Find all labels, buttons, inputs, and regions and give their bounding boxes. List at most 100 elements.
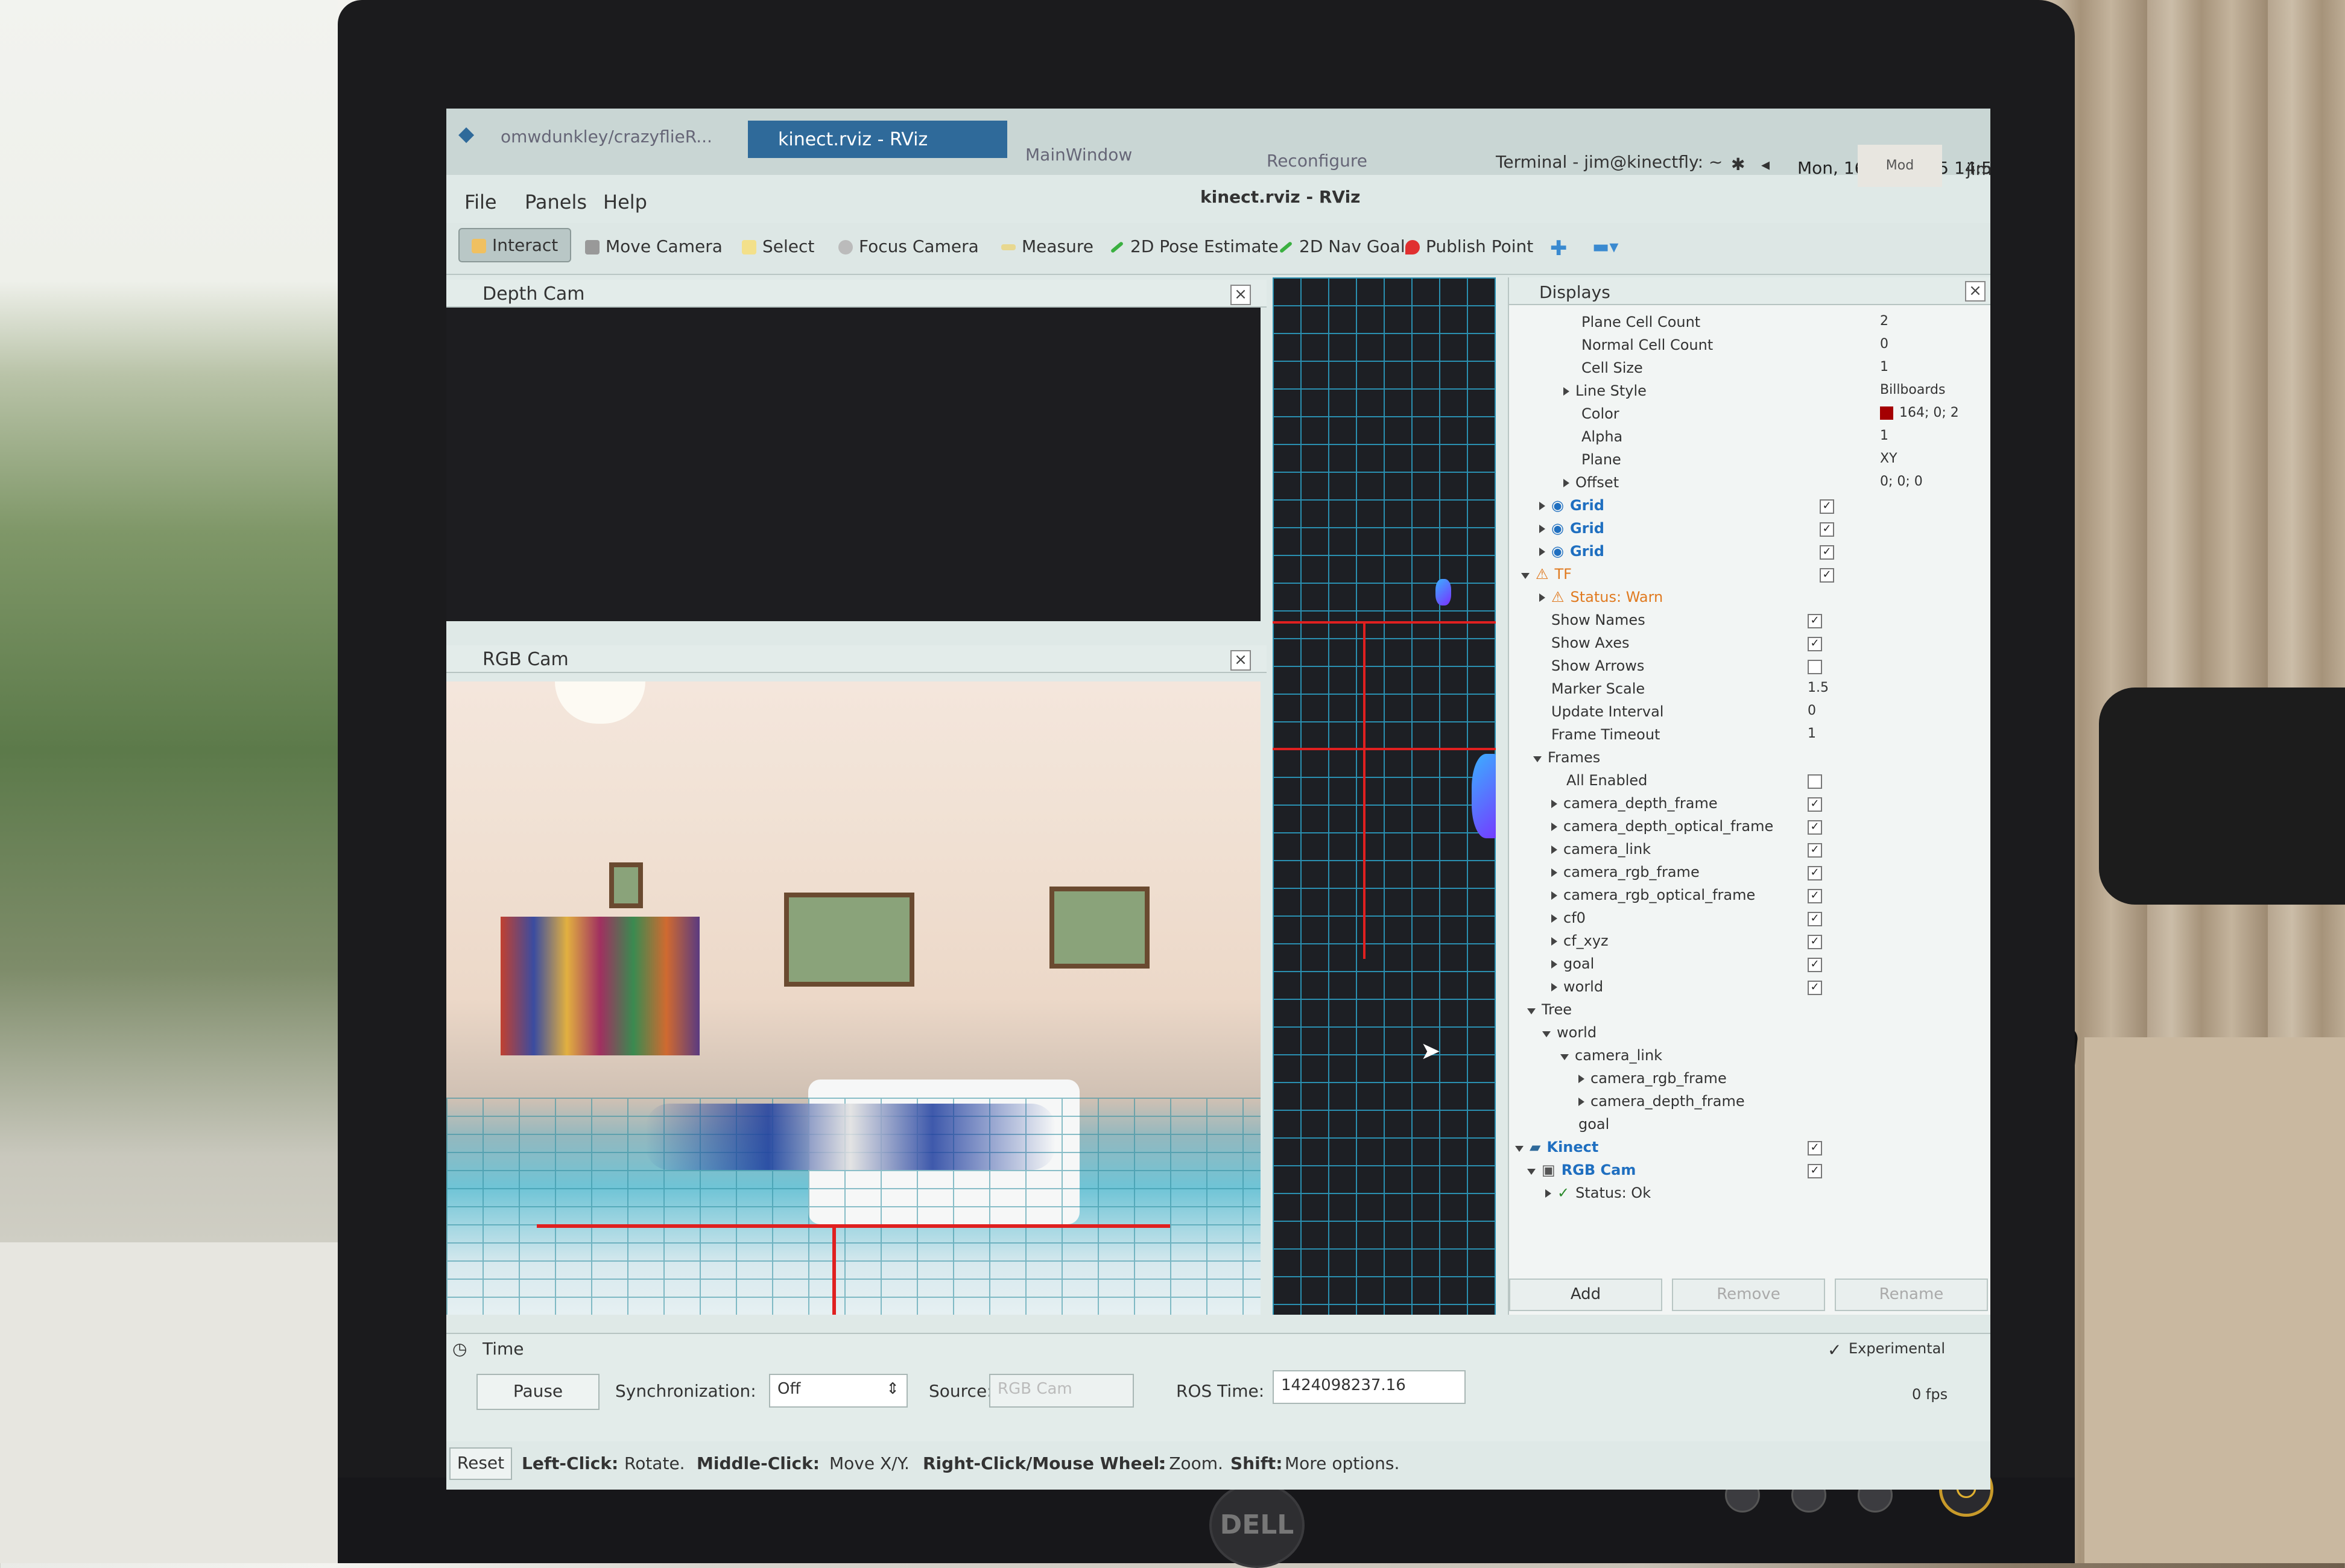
sync-select[interactable]: Off ⇕	[769, 1374, 908, 1408]
menu-file[interactable]: File	[464, 191, 497, 213]
checkbox[interactable]: ✓	[1808, 843, 1822, 858]
expand-icon[interactable]	[1539, 502, 1545, 510]
checkbox[interactable]: ✓	[1808, 958, 1822, 972]
collapse-icon[interactable]	[1527, 1008, 1536, 1014]
close-icon[interactable]: ×	[1230, 650, 1251, 671]
display-row[interactable]: Color 164; 0; 2	[1581, 405, 1959, 428]
checkbox[interactable]: ✓	[1808, 981, 1822, 995]
bluetooth-icon[interactable]: ✱	[1731, 154, 1745, 174]
frame-row[interactable]: camera_rgb_optical_frame ✓	[1551, 887, 1822, 909]
color-value[interactable]: 164; 0; 2	[1880, 405, 1959, 420]
close-icon[interactable]: ×	[1230, 285, 1251, 305]
user-name[interactable]: jim	[1966, 159, 1990, 179]
remove-tool-icon[interactable]: ▬▾	[1592, 236, 1618, 258]
checkbox[interactable]: ✓	[1808, 912, 1822, 926]
taskbar-tab-mainwindow[interactable]: MainWindow	[1025, 145, 1132, 165]
collapse-icon[interactable]	[1542, 1031, 1551, 1037]
collapse-icon[interactable]	[1521, 573, 1530, 579]
display-row[interactable]: Show Axes ✓	[1551, 634, 1822, 657]
checkbox[interactable]: ✓	[1808, 797, 1822, 812]
frame-row[interactable]: goal ✓	[1551, 955, 1822, 978]
frame-row[interactable]: world ✓	[1551, 978, 1822, 1001]
expand-icon[interactable]	[1551, 914, 1557, 923]
checkbox[interactable]: ✓	[1808, 637, 1822, 651]
frame-row[interactable]: camera_depth_frame ✓	[1551, 795, 1822, 818]
display-row[interactable]: Show Names ✓	[1551, 612, 1822, 634]
frame-row[interactable]: camera_link ✓	[1551, 841, 1822, 864]
app-menu-icon[interactable]: ◆	[458, 122, 474, 146]
rename-display-button[interactable]: Rename	[1835, 1279, 1988, 1311]
checkbox[interactable]: ✓	[1808, 889, 1822, 903]
display-row[interactable]: Offset 0; 0; 0	[1563, 474, 1923, 497]
collapse-icon[interactable]	[1515, 1146, 1524, 1152]
checkbox[interactable]: ✓	[1808, 866, 1822, 880]
expand-icon[interactable]	[1551, 891, 1557, 900]
display-grid[interactable]: ◉ Grid ✓	[1539, 497, 1834, 520]
collapse-icon[interactable]	[1527, 1169, 1536, 1175]
display-row[interactable]: Alpha 1	[1581, 428, 1888, 451]
menu-panels[interactable]: Panels	[525, 191, 587, 213]
frame-row[interactable]: cf_xyz ✓	[1551, 932, 1822, 955]
expand-icon[interactable]	[1551, 937, 1557, 946]
expand-icon[interactable]	[1551, 823, 1557, 831]
enabled-checkbox[interactable]: ✓	[1820, 568, 1834, 583]
display-row[interactable]: Normal Cell Count 0	[1581, 337, 1888, 359]
display-row[interactable]: Cell Size 1	[1581, 359, 1888, 382]
expand-icon[interactable]	[1578, 1098, 1584, 1106]
checkbox[interactable]	[1808, 774, 1822, 789]
taskbar-tab-rviz[interactable]: kinect.rviz - RViz	[748, 121, 1007, 158]
display-row[interactable]: Frame Timeout 1	[1551, 726, 1816, 749]
expand-icon[interactable]	[1539, 548, 1545, 556]
display-grid[interactable]: ◉ Grid ✓	[1539, 520, 1834, 543]
tree-node[interactable]: camera_depth_frame	[1578, 1093, 1745, 1116]
expand-icon[interactable]	[1551, 983, 1557, 991]
eye-icon[interactable]: ◉	[1551, 497, 1564, 514]
eye-icon[interactable]: ◉	[1551, 520, 1564, 537]
taskbar-tab-reconfigure[interactable]: Reconfigure	[1267, 151, 1367, 171]
checkbox[interactable]: ✓	[1808, 614, 1822, 628]
pose-estimate-button[interactable]: 2D Pose Estimate	[1110, 236, 1279, 256]
tree-node[interactable]: world	[1542, 1024, 1597, 1047]
remove-display-button[interactable]: Remove	[1672, 1279, 1825, 1311]
collapse-icon[interactable]	[1560, 1054, 1569, 1060]
tf-status[interactable]: ⚠ Status: Warn	[1539, 589, 1663, 612]
expand-icon[interactable]	[1551, 868, 1557, 877]
display-tf[interactable]: ⚠ TF ✓	[1521, 566, 1834, 589]
expand-icon[interactable]	[1551, 800, 1557, 808]
expand-icon[interactable]	[1563, 387, 1569, 396]
ros-time-field[interactable]: 1424098237.16	[1273, 1370, 1466, 1404]
enabled-checkbox[interactable]: ✓	[1820, 545, 1834, 560]
focus-camera-button[interactable]: Focus Camera	[838, 236, 979, 256]
tree-node[interactable]: camera_rgb_frame	[1578, 1070, 1727, 1093]
display-rgb-cam[interactable]: ▣ RGB Cam ✓	[1527, 1162, 1822, 1184]
collapse-icon[interactable]	[1533, 756, 1542, 762]
expand-icon[interactable]	[1539, 593, 1545, 602]
tree-node[interactable]: camera_link	[1560, 1047, 1662, 1070]
measure-button[interactable]: Measure	[1001, 236, 1093, 256]
rgb-cam-status[interactable]: ✓ Status: Ok	[1545, 1184, 1651, 1207]
display-row[interactable]: Marker Scale 1.5	[1551, 680, 1829, 703]
tree-group[interactable]: Tree	[1527, 1001, 1572, 1024]
move-camera-button[interactable]: Move Camera	[585, 236, 723, 256]
expand-icon[interactable]	[1545, 1189, 1551, 1198]
menu-help[interactable]: Help	[603, 191, 647, 213]
frame-row[interactable]: camera_rgb_frame ✓	[1551, 864, 1822, 887]
expand-icon[interactable]	[1551, 960, 1557, 969]
add-tool-icon[interactable]: ✚	[1550, 236, 1568, 261]
nav-goal-button[interactable]: 2D Nav Goal	[1279, 236, 1405, 256]
display-row[interactable]: Plane XY	[1581, 451, 1897, 474]
frame-row[interactable]: cf0 ✓	[1551, 909, 1822, 932]
experimental-checkbox[interactable]: ✓	[1828, 1340, 1841, 1360]
enabled-checkbox[interactable]: ✓	[1808, 1164, 1822, 1178]
frames-group[interactable]: Frames	[1533, 749, 1600, 772]
display-kinect[interactable]: ▰ Kinect ✓	[1515, 1139, 1822, 1162]
display-row[interactable]: All Enabled	[1566, 772, 1822, 795]
publish-point-button[interactable]: Publish Point	[1405, 236, 1533, 256]
reset-button[interactable]: Reset	[449, 1447, 512, 1480]
close-icon[interactable]: ×	[1965, 281, 1986, 302]
source-select[interactable]: RGB Cam	[989, 1374, 1134, 1408]
checkbox[interactable]	[1808, 660, 1822, 674]
checkbox[interactable]: ✓	[1808, 820, 1822, 835]
enabled-checkbox[interactable]: ✓	[1808, 1141, 1822, 1155]
3d-view[interactable]: ➤	[1273, 277, 1496, 1315]
